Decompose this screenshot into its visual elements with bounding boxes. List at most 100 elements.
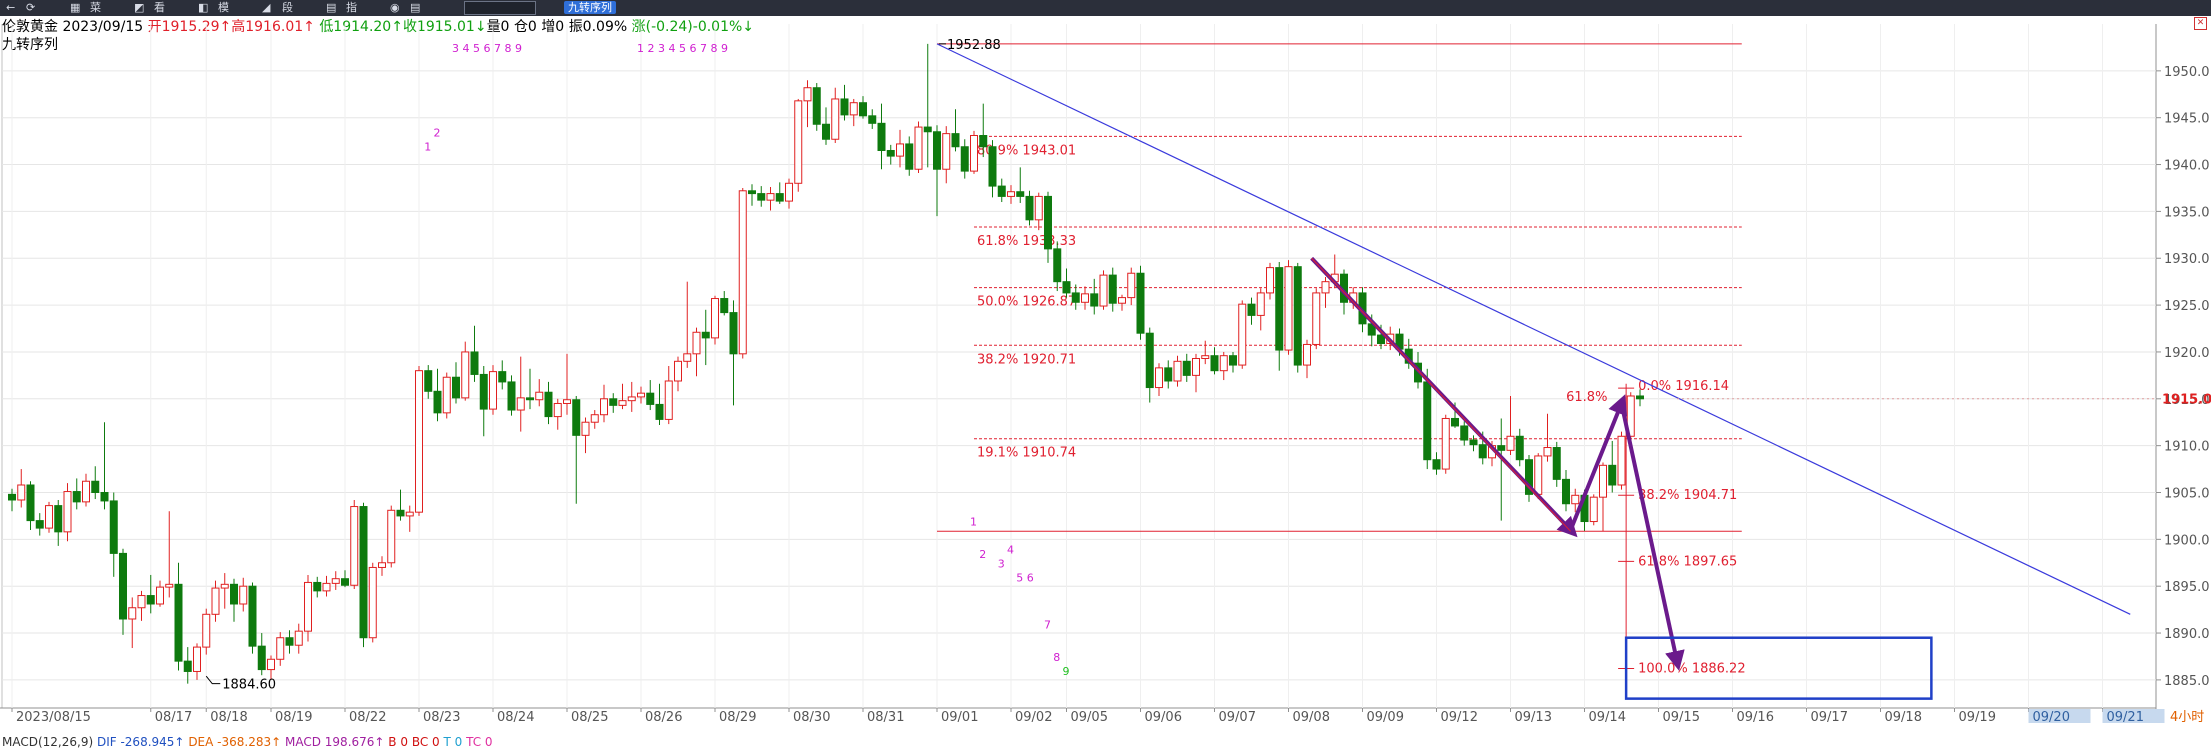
candle-body [1099, 274, 1108, 307]
current-price-tag: 1915.01 [2162, 393, 2211, 408]
candle-body [174, 583, 183, 662]
x-tick-label: 08/30 [793, 710, 830, 725]
td-sequence-label: 2 [979, 548, 986, 561]
candle-body [1118, 297, 1126, 304]
candle-body [1478, 444, 1487, 459]
x-tick-label: 09/08 [1293, 710, 1330, 725]
fib-level-label: 19.1% 1910.74 [977, 446, 1076, 461]
y-tick-label: 1895.0 [2164, 580, 2210, 595]
candle-body [1636, 395, 1644, 400]
td-sequence-label: 3 [998, 557, 1005, 570]
candle-body [267, 658, 275, 671]
x-tick-label: 08/17 [155, 710, 192, 725]
candle-body [1136, 272, 1145, 334]
x-tick-label: 08/18 [210, 710, 247, 725]
candle-body [1247, 303, 1256, 316]
candle-body [600, 398, 608, 416]
fib-level-label: 38.2% 1920.71 [977, 352, 1076, 367]
candle-body [1173, 360, 1182, 382]
candle-body [202, 613, 211, 648]
candle-body [461, 351, 470, 399]
candle-body [1543, 447, 1552, 457]
candle-body [674, 360, 682, 382]
y-tick-label: 1940.0 [2164, 159, 2210, 174]
candle-body [1155, 367, 1163, 389]
td-sequence-label: 2 [434, 126, 441, 139]
x-tick-label: 09/18 [1885, 710, 1922, 725]
y-tick-label: 1885.0 [2164, 674, 2210, 689]
candle-body [350, 506, 359, 586]
timeframe-label: 4小时 [2170, 710, 2204, 725]
fib-level-label: 61.8% 1933.33 [977, 234, 1076, 249]
candle-body [1108, 274, 1117, 304]
fib-level-label: 0.0% 1916.14 [1638, 379, 1729, 394]
candle-body [1192, 358, 1200, 376]
macd-dif: DIF -268.945↑ [96, 735, 185, 749]
macd-tc: TC 0 [466, 735, 493, 749]
candle-body [1256, 292, 1265, 316]
candle-body [396, 509, 405, 517]
candle-body [581, 421, 590, 436]
x-tick-label: 09/21 [2107, 710, 2144, 725]
candle-body [1497, 445, 1506, 451]
candle-body [294, 630, 303, 646]
candle-body [960, 146, 969, 172]
candle-body [128, 607, 137, 620]
candle-body [452, 376, 460, 399]
candle-body [285, 637, 294, 646]
candle-body [1469, 439, 1478, 446]
candle-body [368, 566, 377, 639]
candle-body [1182, 360, 1191, 376]
candle-body [618, 400, 627, 406]
x-tick-label: 08/24 [497, 710, 534, 725]
macd-readout: MACD(12,26,9) DIF -268.945↑ DEA -368.283… [2, 736, 493, 749]
td-sequence-label: 3 4 5 6 7 8 9 [452, 42, 522, 55]
candle-body [1164, 367, 1173, 382]
candle-body [766, 193, 775, 201]
x-tick-label: 08/31 [867, 710, 904, 725]
candle-body [849, 102, 858, 116]
candle-body [868, 115, 877, 124]
candle-body [711, 298, 719, 339]
y-tick-label: 1905.0 [2164, 486, 2210, 501]
candle-body [1081, 293, 1089, 303]
candle-body [341, 578, 349, 586]
candle-body [563, 399, 571, 404]
candle-body [1617, 435, 1626, 486]
candle-body [1312, 292, 1321, 345]
candle-body [304, 581, 312, 632]
candle-body [17, 484, 26, 501]
x-tick-label: 09/12 [1441, 710, 1478, 725]
candle-body [220, 583, 229, 589]
candle-body [803, 87, 812, 102]
candle-body [609, 398, 618, 406]
y-tick-label: 1900.0 [2164, 533, 2210, 548]
x-tick-label: 09/16 [1737, 710, 1774, 725]
candle-body [1284, 266, 1293, 351]
candle-body [257, 645, 266, 671]
candle-body [498, 371, 507, 383]
td-sequence-label: 4 [1007, 543, 1014, 556]
candle-body [729, 312, 738, 355]
candle-body [479, 373, 488, 410]
x-tick-label: 09/14 [1589, 710, 1626, 725]
candle-body [1562, 478, 1570, 505]
x-tick-label: 09/06 [1145, 710, 1182, 725]
x-tick-label: 09/15 [1663, 710, 1700, 725]
x-tick-label: 09/13 [1515, 710, 1552, 725]
candle-body [896, 143, 904, 157]
candle-body [322, 582, 331, 592]
candle-body [230, 583, 238, 605]
x-tick-label: 08/25 [571, 710, 608, 725]
td-sequence-label: 1 2 3 4 5 6 7 8 9 [637, 42, 728, 55]
candle-body [248, 585, 257, 647]
candle-body [1608, 464, 1617, 486]
macd-value: MACD 198.676↑ [285, 735, 385, 749]
swing-high-label: 1952.88 [947, 38, 1001, 53]
candlestick-chart[interactable]: 1885.01890.01895.01900.01905.01910.01915… [0, 0, 2211, 748]
candle-body [433, 390, 442, 414]
candle-body [720, 298, 729, 314]
candle-body [1321, 281, 1330, 294]
candle-body [905, 143, 914, 170]
candle-body [1007, 191, 1015, 197]
